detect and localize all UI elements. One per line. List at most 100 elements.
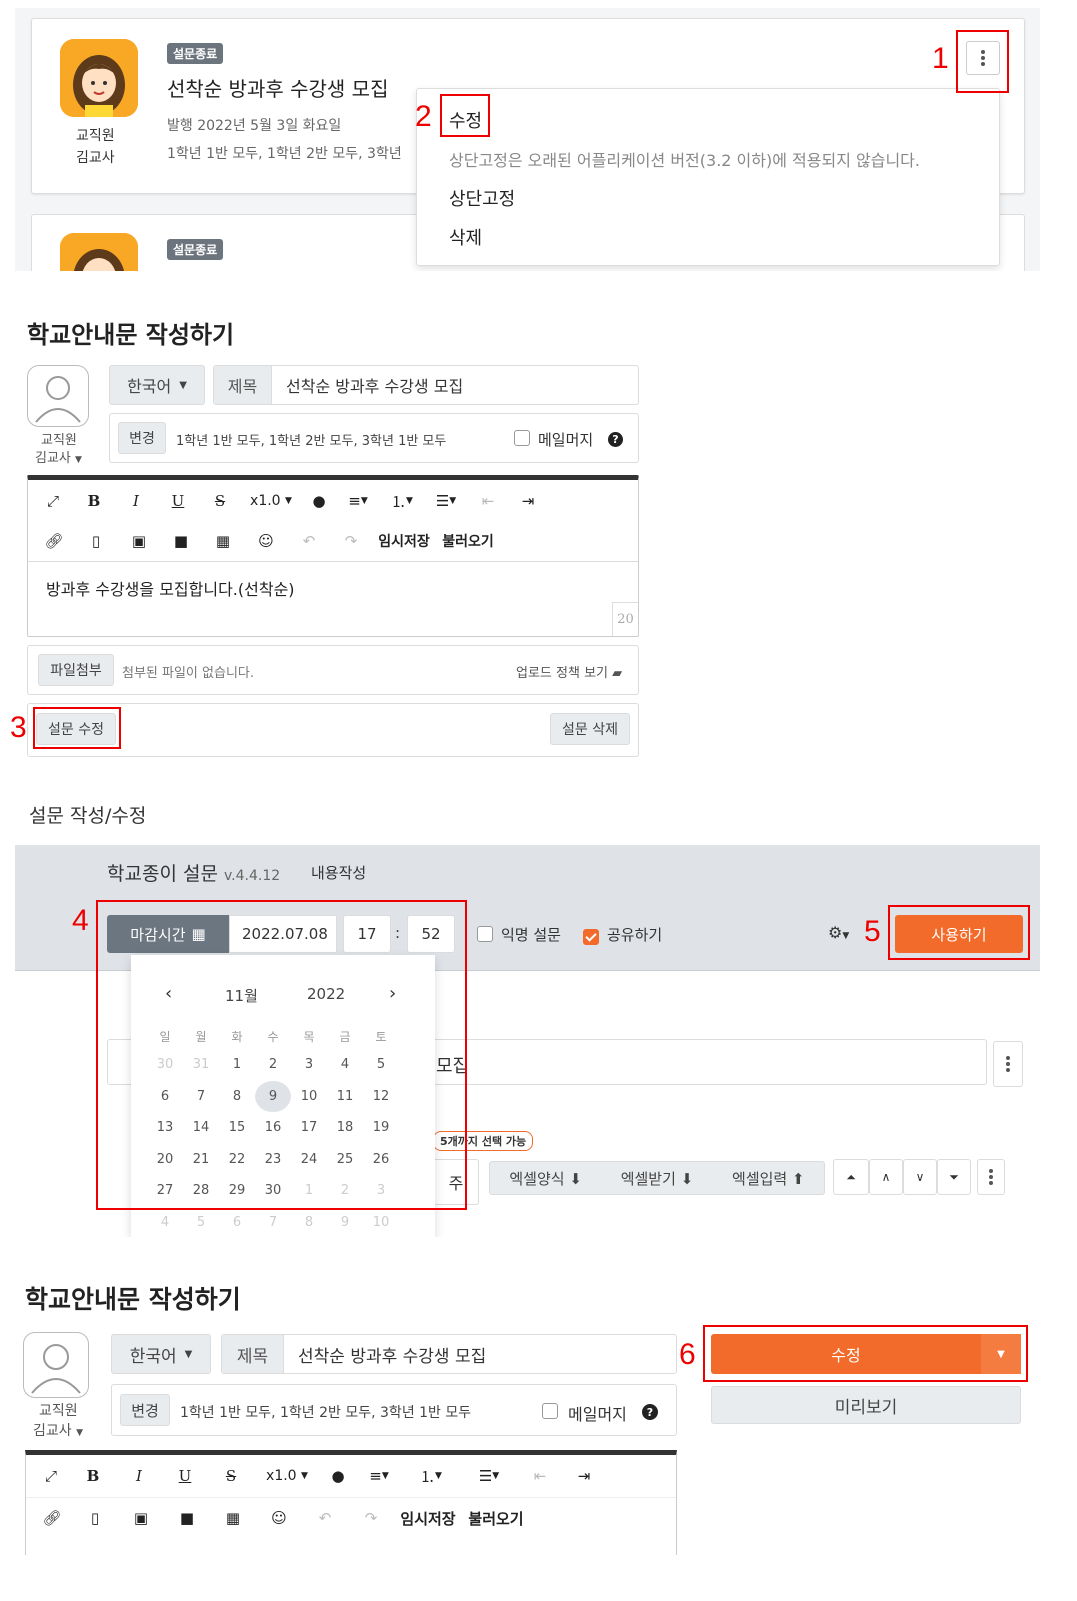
anonymous-checkbox[interactable] [477,926,493,942]
bold-icon[interactable]: B [72,482,116,520]
calendar-day[interactable]: 2 [255,1049,291,1081]
calendar-day[interactable]: 24 [291,1144,327,1176]
move-top-icon[interactable]: ⏶ [833,1159,869,1195]
calendar-day[interactable]: 4 [327,1049,363,1081]
ordered-list-icon[interactable]: ⒈ ▼ [402,1457,460,1495]
calendar-day[interactable]: 21 [183,1144,219,1176]
calendar-day[interactable]: 9 [255,1080,291,1112]
ordered-list-icon[interactable]: ⒈ ▼ [380,482,424,520]
mail-merge-checkbox[interactable] [542,1403,558,1419]
underline-icon[interactable]: U [162,1457,208,1495]
prev-month-icon[interactable]: ‹ [165,983,172,1004]
indent-icon[interactable]: ⇥ [562,1457,606,1495]
calendar-day[interactable]: 5 [363,1049,399,1081]
menu-item-pin[interactable]: 상단고정 [449,185,515,211]
calendar-day[interactable]: 30 [147,1049,183,1081]
calendar-day[interactable]: 30 [255,1175,291,1207]
emoji-icon[interactable]: ☺ [256,1499,302,1537]
calendar-day[interactable]: 2 [327,1175,363,1207]
calendar-day[interactable]: 5 [183,1207,219,1238]
excel-upload-button[interactable]: 엑셀입력 ⬆ [732,1168,805,1189]
calendar-day[interactable]: 7 [183,1081,219,1113]
date-input[interactable]: 2022.07.08 [229,915,337,953]
author-name-dropdown[interactable]: 김교사 ▼ [35,447,82,466]
calendar-day[interactable]: 3 [291,1049,327,1081]
calendar-day[interactable]: 22 [219,1144,255,1176]
calendar-day[interactable]: 11 [327,1081,363,1113]
underline-icon[interactable]: U [156,482,200,520]
move-down-icon[interactable]: ∨ [903,1159,937,1195]
calendar-day[interactable]: 17 [291,1112,327,1144]
calendar-day[interactable]: 18 [327,1112,363,1144]
editor-body[interactable]: 방과후 수강생을 모집합니다.(선착순) [46,576,295,600]
link-icon[interactable]: 🔗︎ [32,1499,72,1537]
calendar-day[interactable]: 26 [363,1144,399,1176]
next-month-icon[interactable]: › [389,983,396,1004]
excel-download-button[interactable]: 엑셀받기 ⬇ [621,1168,694,1189]
question-more-button[interactable] [977,1159,1005,1195]
calendar-day[interactable]: 6 [219,1207,255,1238]
upload-policy-link[interactable]: 업로드 정책 보기 ▰ [516,662,622,681]
menu-item-delete[interactable]: 삭제 [449,224,482,250]
help-icon[interactable]: ? [642,1404,658,1420]
preview-button[interactable]: 미리보기 [711,1386,1021,1424]
text-color-icon[interactable]: ● [320,1457,356,1495]
load-button[interactable]: 불러오기 [436,522,500,560]
calendar-day[interactable]: 4 [147,1207,183,1238]
outdent-icon[interactable]: ⇤ [518,1457,562,1495]
table-icon[interactable]: ▦ [210,1499,256,1537]
load-button[interactable]: 불러오기 [462,1499,530,1537]
survey-edit-button[interactable]: 설문 수정 [36,713,116,745]
change-recipients-button[interactable]: 변경 [120,1394,170,1426]
calendar-day[interactable]: 19 [363,1112,399,1144]
calendar-day[interactable]: 1 [219,1049,255,1081]
calendar-day[interactable]: 23 [255,1144,291,1176]
title-input[interactable]: 선착순 방과후 수강생 모집 [284,1335,676,1373]
italic-icon[interactable]: I [116,482,156,520]
file-icon[interactable]: ▯ [74,522,118,560]
video-icon[interactable]: ■ [160,522,202,560]
calendar-day[interactable]: 13 [147,1112,183,1144]
indent-icon[interactable]: ⇥ [508,482,548,520]
deadline-button[interactable]: 마감시간 ▦ [107,915,229,953]
calendar-day[interactable]: 1 [291,1175,327,1207]
undo-icon[interactable]: ↶ [302,1499,348,1537]
temp-save-button[interactable]: 임시저장 [372,522,436,560]
temp-save-button[interactable]: 임시저장 [394,1499,462,1537]
author-name-dropdown[interactable]: 김교사 ▼ [33,1420,83,1440]
mail-merge-checkbox[interactable] [514,430,530,446]
move-bottom-icon[interactable]: ⏷ [937,1159,971,1195]
excel-form-button[interactable]: 엑셀양식 ⬇ [509,1168,582,1189]
fullscreen-icon[interactable]: ⤢ [32,1457,70,1495]
calendar-day[interactable]: 8 [219,1081,255,1113]
strikethrough-icon[interactable]: S [200,482,240,520]
calendar-day[interactable]: 10 [291,1081,327,1113]
calendar-day[interactable]: 12 [363,1081,399,1113]
question-type-tail[interactable]: 주 [433,1159,479,1205]
minute-input[interactable]: 52 [407,915,455,953]
submit-dropdown-icon[interactable]: ▼ [981,1334,1021,1374]
unordered-list-icon[interactable]: ☰ ▼ [424,482,468,520]
unordered-list-icon[interactable]: ☰ ▼ [460,1457,518,1495]
calendar-day[interactable]: 20 [147,1144,183,1176]
settings-gear-icon[interactable]: ⚙▼ [828,923,849,942]
help-icon[interactable]: ? [608,432,623,447]
calendar-month[interactable]: 11월 [225,985,258,1006]
calendar-day[interactable]: 27 [147,1175,183,1207]
submit-edit-button[interactable]: 수정 ▼ [711,1334,1021,1374]
image-icon[interactable]: ▣ [118,522,160,560]
emoji-icon[interactable]: ☺ [244,522,288,560]
title-input[interactable]: 선착순 방과후 수강생 모집 [272,366,638,404]
survey-title-more-button[interactable] [993,1041,1023,1087]
calendar-day[interactable]: 8 [291,1207,327,1238]
link-icon[interactable]: 🔗︎ [34,522,74,560]
calendar-day[interactable]: 15 [219,1112,255,1144]
calendar-day[interactable]: 16 [255,1112,291,1144]
share-checkbox[interactable] [583,928,599,945]
calendar-day[interactable]: 14 [183,1112,219,1144]
bold-icon[interactable]: B [70,1457,116,1495]
menu-item-edit[interactable]: 수정 [449,107,482,133]
table-icon[interactable]: ▦ [202,522,244,560]
use-button[interactable]: 사용하기 [895,915,1023,953]
calendar-day[interactable]: 28 [183,1175,219,1207]
